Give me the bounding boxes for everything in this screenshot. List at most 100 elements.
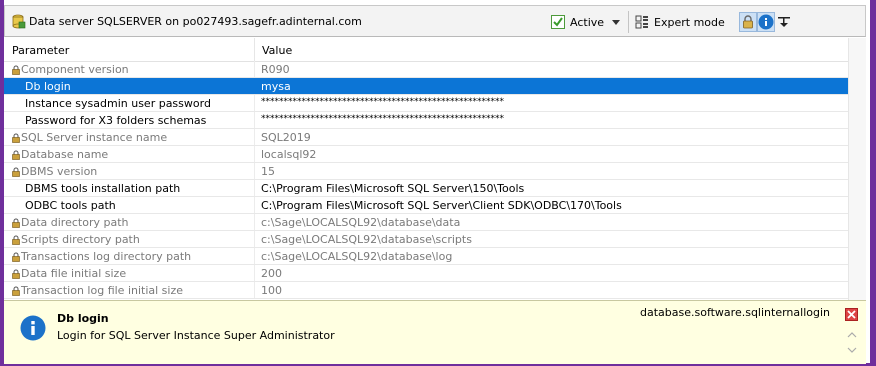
table-row[interactable]: Data directory path c:\Sage\LOCALSQL92\da… <box>4 214 848 231</box>
column-header-value[interactable]: Value <box>262 44 292 57</box>
value-cell: 200 <box>261 267 282 280</box>
parameter-cell[interactable]: Password for X3 folders schemas <box>12 114 206 127</box>
cell-divider <box>254 163 255 179</box>
parameter-label: Db login <box>25 80 71 93</box>
table-row[interactable]: Transactions log directory path c:\Sage\L… <box>4 248 848 265</box>
value-cell: c:\Sage\LOCALSQL92\database\data <box>261 216 461 229</box>
cell-divider <box>254 146 255 162</box>
parameter-label: Data file initial size <box>21 267 127 280</box>
table-row[interactable]: Instance sysadmin user password *********… <box>4 95 848 112</box>
cell-divider <box>254 180 255 196</box>
grid-rows: Component version R090 Db login mysa Instanc… <box>4 61 866 299</box>
parameter-label: Scripts directory path <box>21 233 140 246</box>
cell-divider <box>254 61 255 77</box>
lock-icon <box>12 150 20 160</box>
parameter-cell[interactable]: Db login <box>12 80 71 93</box>
parameter-cell[interactable]: Data file initial size <box>12 267 126 280</box>
parameter-cell[interactable]: Transactions log directory path <box>12 250 191 263</box>
parameter-cell[interactable]: ODBC tools path <box>12 199 116 212</box>
parameter-cell[interactable]: SQL Server instance name <box>12 131 167 144</box>
table-row[interactable]: SQL Server instance name SQL2019 <box>4 129 848 146</box>
window-frame-right <box>870 0 876 366</box>
cell-divider <box>254 197 255 213</box>
cell-divider <box>254 112 255 128</box>
info-description: Login for SQL Server Instance Super Admi… <box>57 329 335 342</box>
parameter-label: Transactions log directory path <box>21 250 192 263</box>
value-cell: SQL2019 <box>261 131 311 144</box>
parameter-label: DBMS tools installation path <box>25 182 181 195</box>
lock-icon <box>12 133 20 143</box>
window-title-area: Data server SQLSERVER on po027493.sagefr… <box>12 14 362 29</box>
parameter-label: Component version <box>21 63 129 76</box>
table-row[interactable]: DBMS tools installation path C:\Program F… <box>4 180 848 197</box>
parameter-cell[interactable]: Transaction log file initial size <box>12 284 183 297</box>
info-panel: Db login Login for SQL Server Instance S… <box>4 300 866 364</box>
lock-icon <box>12 286 20 296</box>
value-cell[interactable]: C:\Program Files\Microsoft SQL Server\15… <box>261 182 524 195</box>
lock-icon <box>12 235 20 245</box>
parameter-label: Password for X3 folders schemas <box>25 114 207 127</box>
expert-mode-icon[interactable] <box>635 15 649 29</box>
value-cell: c:\Sage\LOCALSQL92\database\log <box>261 250 453 263</box>
table-row[interactable]: DBMS version 15 <box>4 163 848 180</box>
table-row[interactable]: Data file initial size 200 <box>4 265 848 282</box>
show-info-button[interactable] <box>756 12 775 32</box>
value-cell: R090 <box>261 63 290 76</box>
chevron-down-icon <box>847 347 857 353</box>
parameters-grid: Parameter Value Component version R090 Db … <box>4 38 866 300</box>
value-cell[interactable]: ****************************************… <box>261 114 504 124</box>
parameter-label: Data directory path <box>21 216 129 229</box>
active-label[interactable]: Active <box>570 16 604 29</box>
table-row[interactable]: Component version R090 <box>4 61 848 78</box>
table-row[interactable]: Transaction log file initial size 100 <box>4 282 848 299</box>
lock-icon <box>12 167 20 177</box>
parameter-cell[interactable]: Database name <box>12 148 108 161</box>
info-scroll-down-button[interactable] <box>846 345 858 355</box>
info-title: Db login <box>57 312 109 325</box>
table-row[interactable]: Database name localsql92 <box>4 146 848 163</box>
parameter-label: Database name <box>21 148 109 161</box>
value-cell: 100 <box>261 284 282 297</box>
window-title: Data server SQLSERVER on po027493.sagefr… <box>29 15 362 28</box>
parameter-cell[interactable]: Instance sysadmin user password <box>12 97 211 110</box>
table-row[interactable]: Password for X3 folders schemas *********… <box>4 112 848 129</box>
parameter-cell[interactable]: DBMS version <box>12 165 97 178</box>
active-dropdown-arrow-icon[interactable] <box>612 19 621 25</box>
expert-mode-button[interactable]: Expert mode <box>654 16 725 29</box>
value-cell: 15 <box>261 165 275 178</box>
lock-icon <box>12 252 20 262</box>
show-locked-button[interactable] <box>738 12 757 32</box>
cell-divider <box>254 95 255 111</box>
cell-divider <box>254 265 255 281</box>
column-header-parameter[interactable]: Parameter <box>12 44 69 57</box>
lock-icon <box>12 218 20 228</box>
parameter-cell[interactable]: Data directory path <box>12 216 128 229</box>
value-cell[interactable]: mysa <box>261 80 291 93</box>
parameter-label: Transaction log file initial size <box>21 284 184 297</box>
grid-header: Parameter Value <box>4 38 866 62</box>
value-cell[interactable]: ****************************************… <box>261 97 504 107</box>
cell-divider <box>254 129 255 145</box>
parameter-cell[interactable]: Scripts directory path <box>12 233 140 246</box>
cell-divider <box>254 78 255 94</box>
table-row[interactable]: Scripts directory path c:\Sage\LOCALSQL92… <box>4 231 848 248</box>
active-checkbox[interactable] <box>551 15 565 29</box>
value-cell[interactable]: C:\Program Files\Microsoft SQL Server\Cl… <box>261 199 622 212</box>
column-divider[interactable] <box>254 38 255 61</box>
parameter-cell[interactable]: Component version <box>12 63 129 76</box>
value-cell: c:\Sage\LOCALSQL92\database\scripts <box>261 233 472 246</box>
info-close-button[interactable] <box>845 308 858 321</box>
check-icon <box>553 17 563 27</box>
info-scroll-up-button[interactable] <box>846 330 858 340</box>
cell-divider <box>254 214 255 230</box>
close-icon <box>847 310 856 319</box>
table-row[interactable]: ODBC tools path C:\Program Files\Microsof… <box>4 197 848 214</box>
toolbar-separator <box>628 11 630 33</box>
table-row[interactable]: Db login mysa <box>4 78 848 95</box>
pin-panel-button[interactable] <box>775 12 793 32</box>
grid-vertical-scrollbar[interactable] <box>848 38 866 300</box>
parameter-label: ODBC tools path <box>25 199 116 212</box>
pin-icon <box>777 17 790 27</box>
parameter-cell[interactable]: DBMS tools installation path <box>12 182 180 195</box>
parameter-label: DBMS version <box>21 165 98 178</box>
